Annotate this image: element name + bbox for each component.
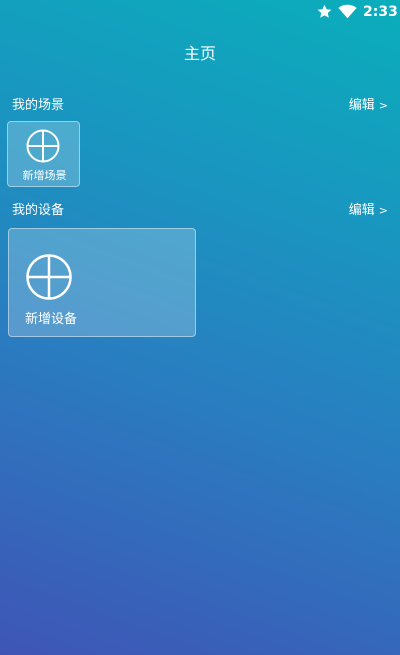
- add-scene-label: 新增场景: [22, 169, 67, 182]
- status-time: 2:33: [363, 4, 398, 20]
- page-title: 主页: [183, 44, 216, 63]
- wifi-icon: [338, 4, 357, 19]
- chevron-right-icon: >: [378, 204, 388, 217]
- add-device-label: 新增设备: [25, 312, 78, 327]
- scenes-edit-button[interactable]: 编辑 >: [349, 96, 388, 116]
- devices-section-title: 我的设备: [12, 203, 65, 218]
- scenes-section-title: 我的场景: [12, 98, 65, 113]
- devices-edit-button[interactable]: 编辑 >: [349, 201, 388, 221]
- status-bar: 2:33: [0, 0, 400, 24]
- scenes-edit-label: 编辑: [348, 98, 375, 113]
- star-icon: [317, 4, 332, 18]
- plus-circle-icon: [26, 129, 60, 163]
- plus-circle-icon: [26, 254, 72, 300]
- devices-edit-label: 编辑: [348, 203, 375, 218]
- chevron-right-icon: >: [378, 99, 388, 112]
- app-screen: 2:33 主页 我的场景 编辑 > 新增场景 我的设备 编辑 > 新增设备: [0, 0, 400, 655]
- add-device-button[interactable]: 新增设备: [8, 228, 196, 337]
- scenes-section-header: 我的场景 编辑 >: [12, 96, 388, 116]
- add-scene-button[interactable]: 新增场景: [7, 121, 80, 187]
- devices-section-header: 我的设备 编辑 >: [12, 201, 388, 221]
